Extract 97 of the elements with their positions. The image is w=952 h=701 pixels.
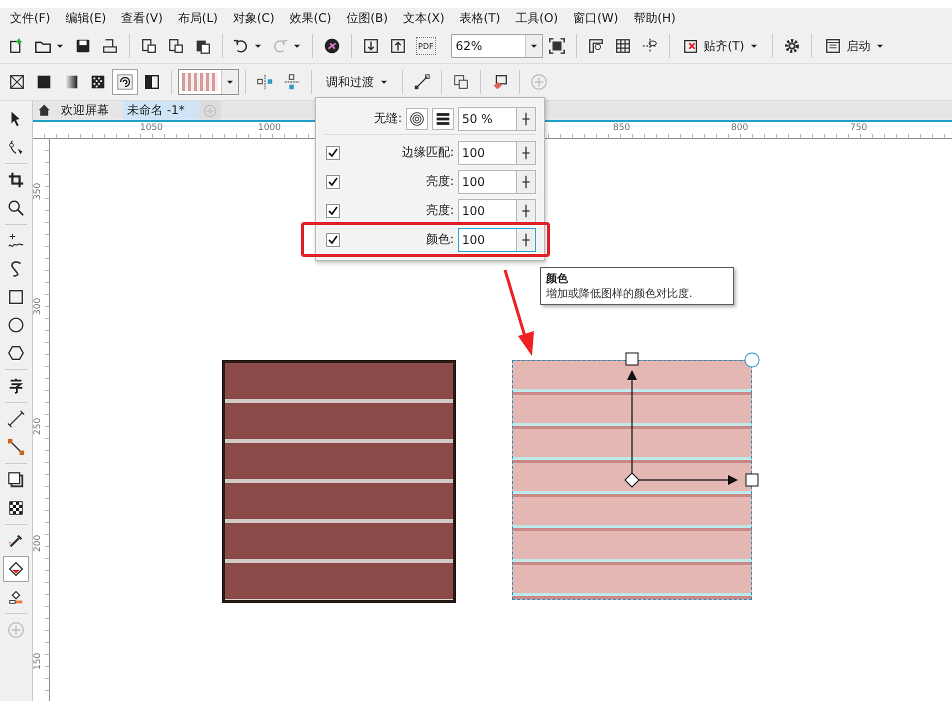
line-tool-icon — [7, 410, 25, 428]
ruler-number: 250 — [33, 416, 43, 435]
texture-fill-icon — [143, 73, 161, 91]
field-label: 无缝: — [374, 110, 402, 127]
pattern-swatch — [182, 73, 218, 91]
menu-item[interactable]: 布局(L) — [172, 10, 227, 27]
checkbox[interactable] — [326, 204, 340, 218]
grid-icon — [614, 37, 632, 55]
rotation-handle[interactable] — [744, 352, 760, 368]
ruler-number: 200 — [33, 534, 43, 552]
number-field[interactable]: 100 — [458, 228, 536, 252]
ruler-number: 850 — [613, 123, 630, 133]
menu-item[interactable]: 对象(C) — [226, 10, 284, 27]
fill-to-object-icon — [491, 73, 509, 91]
ruler-number: 750 — [850, 123, 868, 133]
logo-icon — [323, 37, 341, 55]
checkbox[interactable] — [326, 174, 340, 188]
import-icon — [362, 37, 380, 55]
export-icon — [389, 37, 407, 55]
swirl-fill-button[interactable] — [112, 69, 138, 95]
number-field[interactable]: 100 — [458, 198, 536, 222]
document-tab[interactable]: 未命名 -1* — [123, 101, 199, 120]
number-field[interactable]: 100 — [458, 140, 536, 164]
snap-button[interactable]: 贴齐(T) — [676, 33, 766, 59]
zoom-field[interactable]: 62% — [450, 34, 543, 58]
add-icon — [530, 73, 548, 91]
smart-fill-tool-icon — [7, 588, 25, 606]
mirror-icon — [256, 73, 274, 91]
snap-icon — [682, 37, 700, 55]
pattern-picker[interactable] — [178, 69, 239, 95]
vector-handle[interactable] — [626, 352, 638, 366]
crop-tool-icon — [7, 171, 25, 189]
ellipse-tool-icon — [7, 316, 25, 334]
lines-button[interactable] — [432, 108, 454, 130]
shape-tool-icon — [7, 138, 25, 156]
menu-item[interactable]: 窗口(W) — [567, 10, 628, 27]
settings-icon — [783, 37, 802, 55]
save-icon — [74, 37, 92, 55]
zoom-tool-icon — [7, 199, 25, 217]
vector-handle[interactable] — [746, 474, 758, 486]
ruler-number: 350 — [33, 182, 43, 200]
connector-tool-icon — [7, 438, 25, 456]
tooltip-text: 增加或降低图样的颜色对比度. — [546, 286, 694, 301]
menu-item[interactable]: 查看(V) — [115, 10, 172, 27]
document-icon — [140, 37, 158, 55]
menu-item[interactable]: 编辑(E) — [59, 10, 116, 27]
rectangle-tool-icon — [7, 288, 25, 306]
ruler-number: 800 — [731, 123, 748, 133]
transparency-tool-icon — [7, 499, 25, 517]
print-icon — [101, 37, 119, 55]
fill-tool-button[interactable] — [3, 556, 29, 582]
shadow-tool-icon — [7, 471, 25, 489]
field-label: 边缘匹配: — [400, 144, 454, 161]
ruler-number: 1050 — [140, 123, 163, 133]
pattern-fill-icon — [89, 73, 107, 91]
launch-button[interactable]: 启动 — [818, 33, 892, 59]
menu-item[interactable]: 效果(C) — [284, 10, 340, 27]
fullscreen-icon — [548, 37, 566, 55]
blend-dropdown[interactable]: 调和过渡 — [318, 69, 396, 95]
field-label: 亮度: — [424, 202, 454, 219]
tooltip-title: 颜色 — [546, 271, 569, 286]
gradient-fill-icon — [62, 73, 80, 91]
polygon-tool-icon — [7, 344, 25, 362]
swirl-fill-icon — [116, 73, 134, 91]
ruler-number: 300 — [33, 296, 43, 315]
checkbox[interactable] — [326, 146, 340, 160]
tile-icon — [408, 110, 426, 128]
window-icon — [824, 37, 842, 55]
add-icon — [202, 104, 217, 118]
ruler-number: 150 — [33, 652, 43, 670]
menu-item[interactable]: 表格(T) — [454, 10, 510, 27]
document-icon — [167, 37, 185, 55]
fill-tool-icon — [7, 560, 25, 578]
menu-item[interactable]: 文件(F) — [4, 10, 60, 27]
number-field[interactable]: 100 — [458, 170, 536, 194]
menu-item[interactable]: 位图(B) — [340, 10, 397, 27]
menu-item[interactable]: 帮助(H) — [627, 10, 685, 27]
field-label: 亮度: — [424, 173, 454, 190]
checkbox[interactable] — [326, 232, 340, 246]
eyedropper-tool-icon — [7, 532, 25, 550]
redo-icon — [271, 37, 289, 55]
seamless-field[interactable]: 50 % — [458, 106, 536, 130]
undo-icon — [232, 37, 250, 55]
solid-fill-icon — [35, 73, 53, 91]
ruler-icon — [586, 37, 605, 55]
ruler-number: 1000 — [258, 123, 281, 133]
pdf-button[interactable]: PDF — [416, 37, 436, 55]
no-fill-icon — [8, 73, 26, 91]
transform-icon — [413, 73, 431, 91]
tile-button[interactable] — [406, 108, 428, 130]
copy-fill-icon — [452, 73, 470, 91]
field-label: 颜色: — [424, 231, 454, 248]
menu-item[interactable]: 工具(O) — [509, 10, 568, 27]
flip-icon — [283, 73, 301, 91]
add-icon — [7, 621, 25, 639]
freehand-tool-icon — [7, 232, 25, 250]
menu-item[interactable]: 文本(X) — [396, 10, 454, 27]
